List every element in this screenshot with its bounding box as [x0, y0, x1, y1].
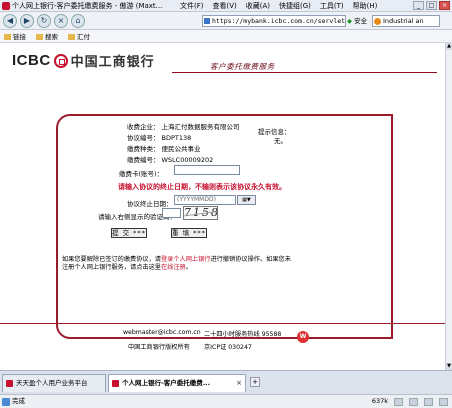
download-size: 637k — [371, 397, 388, 405]
refresh-button[interactable]: ↻ — [37, 14, 51, 28]
fav-item-huifu[interactable]: 汇付 — [68, 31, 90, 41]
page-content: ICBC 中国工商银行 客户委托缴费服务 收费企业： 上海汇付数据服务有限公司 协… — [0, 43, 445, 370]
company-row: 收费企业： 上海汇付数据服务有限公司 — [127, 123, 240, 131]
new-tab-button[interactable]: + — [250, 377, 260, 387]
captcha-input[interactable] — [162, 208, 181, 218]
favorites-bar: 链接 搜索 汇付 — [0, 30, 452, 43]
status-tool-icon[interactable] — [424, 397, 433, 406]
end-date-warning: 请输入协议的终止日期，不输则表示该协议永久有效。 — [118, 183, 286, 191]
scroll-down-icon[interactable]: ▼ — [446, 363, 452, 370]
tab-tianyingying[interactable]: 天天盈个人用户业务平台 — [2, 374, 106, 392]
stop-button[interactable]: × — [54, 14, 68, 28]
footer-email[interactable]: webmaster@icbc.com.cn — [123, 329, 201, 336]
cancel-note: 如果您要解除已签订的缴费协议，请登录个人网上银行进行撤销协议操作。如果您未注册个… — [62, 256, 291, 271]
folder-icon — [36, 34, 43, 40]
icbc-logo: ICBC 中国工商银行 — [12, 51, 155, 70]
search-engine-icon — [374, 18, 381, 25]
company-value: 上海汇付数据服务有限公司 — [161, 123, 240, 131]
page-status-icon — [2, 398, 10, 406]
status-text: 完成 — [12, 397, 25, 405]
reset-button[interactable]: 重 填 *** — [171, 228, 207, 238]
fav-item-search[interactable]: 搜索 — [36, 31, 58, 41]
end-date-label: 协议终止日期： — [127, 200, 173, 208]
type-value: 便民公共事业 — [161, 145, 201, 153]
search-input[interactable]: Industrial an — [372, 15, 440, 27]
scroll-up-icon[interactable]: ▲ — [446, 43, 452, 50]
address-bar[interactable]: https://mybank.icbc.com.cn/servlet/ICBC — [202, 15, 346, 27]
login-link[interactable]: 登录个人网上银行 — [161, 256, 211, 263]
status-tool-icon[interactable] — [439, 397, 448, 406]
maximize-button[interactable]: □ — [426, 1, 437, 10]
menu-help[interactable]: 帮助(H) — [353, 1, 378, 11]
search-engine-label: Industrial an — [383, 17, 424, 25]
prompt-value: 无。 — [274, 137, 287, 145]
forward-button[interactable]: ▶ — [20, 14, 34, 28]
window-controls: _ □ × — [413, 1, 450, 10]
date-picker-button[interactable]: ▦▼ — [237, 195, 256, 205]
security-label: 安全 — [354, 17, 368, 25]
end-date-input[interactable]: (YYYYMMDD) — [174, 195, 236, 205]
tab-bar: 天天盈个人用户业务平台 个人网上银行-客户委托缴费... × + — [0, 370, 452, 394]
page-slogan: 客户委托缴费服务 — [210, 62, 275, 71]
header-divider — [172, 72, 437, 73]
folder-icon — [4, 34, 11, 40]
menu-file[interactable]: 文件(F) — [180, 1, 204, 11]
security-indicator[interactable]: ◆ 安全 — [347, 15, 367, 27]
captcha-image: 7158 — [183, 206, 218, 220]
menu-groups[interactable]: 快捷组(G) — [279, 1, 311, 11]
logo-text: ICBC — [12, 52, 51, 69]
window-title: 个人网上银行-客户委托缴费服务 - 傲游 (Maxt... — [12, 2, 163, 10]
menu-bar: 文件(F) 查看(V) 收藏(A) 快捷组(G) 工具(T) 帮助(H) — [180, 1, 377, 11]
home-button[interactable]: ⌂ — [71, 14, 85, 28]
police-badge-icon[interactable]: W — [297, 331, 309, 343]
minimize-button[interactable]: _ — [413, 1, 424, 10]
tab-icbc-payment[interactable]: 个人网上银行-客户委托缴费... × — [108, 374, 246, 392]
form-card — [56, 114, 393, 339]
card-number-input[interactable] — [174, 165, 240, 175]
close-button[interactable]: × — [439, 1, 450, 10]
navigation-toolbar: ◀ ▶ ↻ × ⌂ https://mybank.icbc.com.cn/ser… — [0, 12, 452, 30]
status-tool-icon[interactable] — [409, 397, 418, 406]
submit-button[interactable]: 提 交 *** — [111, 228, 147, 238]
menu-favorites[interactable]: 收藏(A) — [246, 1, 270, 11]
icbc-seal-icon — [53, 53, 68, 68]
footer-hotline: 二十四小时服务热线 95588 — [204, 331, 282, 338]
back-button[interactable]: ◀ — [3, 14, 17, 28]
shield-icon: ◆ — [347, 17, 352, 25]
status-right: 637k — [372, 395, 448, 408]
fav-item-links[interactable]: 链接 — [4, 31, 26, 41]
status-tool-icon[interactable] — [394, 397, 403, 406]
calendar-dropdown-icon: ▦▼ — [242, 197, 251, 203]
menu-tools[interactable]: 工具(T) — [320, 1, 344, 11]
footer-icp[interactable]: 京ICP证 030247 — [204, 342, 252, 351]
address-text: https://mybank.icbc.com.cn/servlet/ICBC — [212, 17, 346, 25]
logo-cn: 中国工商银行 — [70, 55, 155, 70]
vertical-scrollbar[interactable]: ▲ ▼ — [445, 43, 452, 370]
footer-copyright: 中国工商银行版权所有 — [128, 344, 190, 351]
page-icon — [204, 18, 210, 24]
title-bar: 个人网上银行-客户委托缴费服务 - 傲游 (Maxt... 文件(F) 查看(V… — [0, 0, 452, 12]
card-label: 缴费卡(账号)： — [119, 170, 164, 178]
protocol-row: 协议编号： BDPT138 — [127, 134, 192, 142]
folder-icon — [68, 34, 75, 40]
code-value: WSLC00009202 — [161, 156, 214, 164]
tab-close-icon[interactable]: × — [236, 375, 242, 392]
tab-favicon — [112, 380, 119, 387]
register-link[interactable]: 在线注册 — [161, 264, 186, 271]
protocol-value: BDPT138 — [161, 134, 192, 142]
code-row: 缴费编号： WSLC00009202 — [127, 156, 214, 164]
browser-app-icon — [2, 2, 10, 10]
type-row: 缴费种类： 便民公共事业 — [127, 145, 201, 153]
tab-favicon — [6, 380, 13, 387]
footer-divider — [0, 323, 445, 324]
status-bar: 完成 637k — [0, 394, 452, 408]
menu-view[interactable]: 查看(V) — [213, 1, 237, 11]
